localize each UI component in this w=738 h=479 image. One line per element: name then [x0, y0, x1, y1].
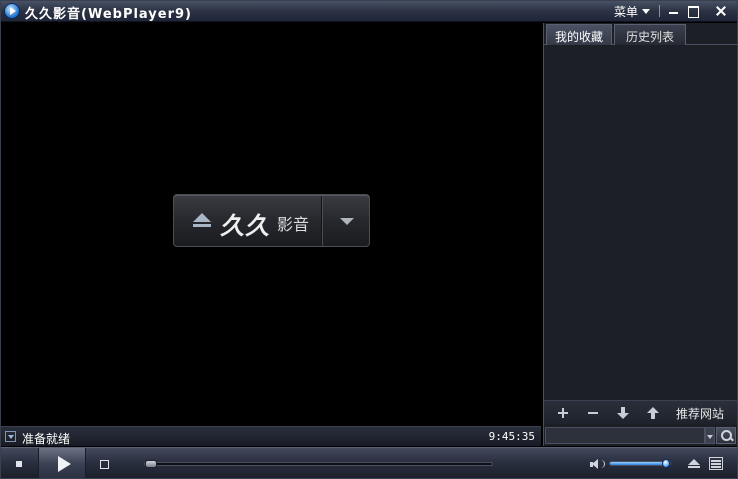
search-input[interactable]	[545, 427, 705, 444]
window-title: 久久影音(WebPlayer9)	[25, 7, 192, 22]
tab-label: 历史列表	[625, 30, 674, 44]
tab-history[interactable]: 历史列表	[614, 24, 686, 45]
status-toggle-icon[interactable]	[5, 431, 16, 442]
maximize-icon[interactable]	[684, 2, 702, 20]
title-separator	[659, 5, 660, 17]
playlist-icon[interactable]	[709, 457, 723, 470]
open-menu-dropdown[interactable]	[323, 195, 370, 246]
control-bar	[0, 447, 738, 479]
volume-fill	[610, 462, 663, 465]
open-file-icon[interactable]	[688, 459, 700, 469]
fullscreen-icon[interactable]	[99, 459, 109, 469]
brand-logo-subtext: 影音	[277, 215, 310, 234]
video-area[interactable]: 久久 影音	[1, 23, 541, 425]
side-panel: 我的收藏 历史列表 推荐网站	[543, 23, 738, 446]
menu-label: 菜单	[614, 5, 639, 19]
open-file-logo-button[interactable]: 久久 影音	[173, 194, 370, 247]
search-icon[interactable]	[716, 427, 736, 444]
volume-handle[interactable]	[662, 459, 670, 468]
search-row	[544, 425, 738, 446]
move-down-icon[interactable]	[616, 406, 630, 420]
status-bar: 准备就绪 9:45:35	[1, 426, 541, 446]
seek-handle[interactable]	[145, 460, 157, 468]
chevron-down-icon	[642, 9, 651, 14]
eject-icon	[193, 213, 211, 229]
status-time: 9:45:35	[488, 430, 535, 443]
add-icon[interactable]	[556, 406, 570, 420]
close-icon[interactable]	[712, 2, 730, 20]
tab-favorites[interactable]: 我的收藏	[546, 24, 612, 45]
list-toolbar: 推荐网站	[544, 400, 738, 424]
favorites-list[interactable]	[544, 45, 738, 400]
move-up-icon[interactable]	[646, 406, 660, 420]
status-text: 准备就绪	[22, 432, 71, 446]
search-dropdown-icon[interactable]	[705, 427, 715, 444]
recommend-sites-link[interactable]: 推荐网站	[676, 405, 724, 422]
logo-divider	[321, 196, 322, 246]
seek-bar[interactable]	[144, 462, 493, 466]
remove-icon[interactable]	[586, 406, 600, 420]
brand-logo-text: 久久	[220, 211, 270, 240]
minimize-icon[interactable]	[665, 2, 683, 20]
app-logo-icon	[4, 3, 20, 19]
tab-label: 我的收藏	[554, 30, 603, 44]
volume-waves-icon	[600, 460, 605, 468]
play-icon[interactable]	[38, 448, 86, 479]
side-panel-tabs: 我的收藏 历史列表	[544, 23, 738, 45]
title-bar[interactable]: 久久影音(WebPlayer9) 菜单	[0, 0, 738, 22]
stop-icon[interactable]	[14, 459, 24, 469]
menu-button[interactable]: 菜单	[614, 3, 651, 20]
